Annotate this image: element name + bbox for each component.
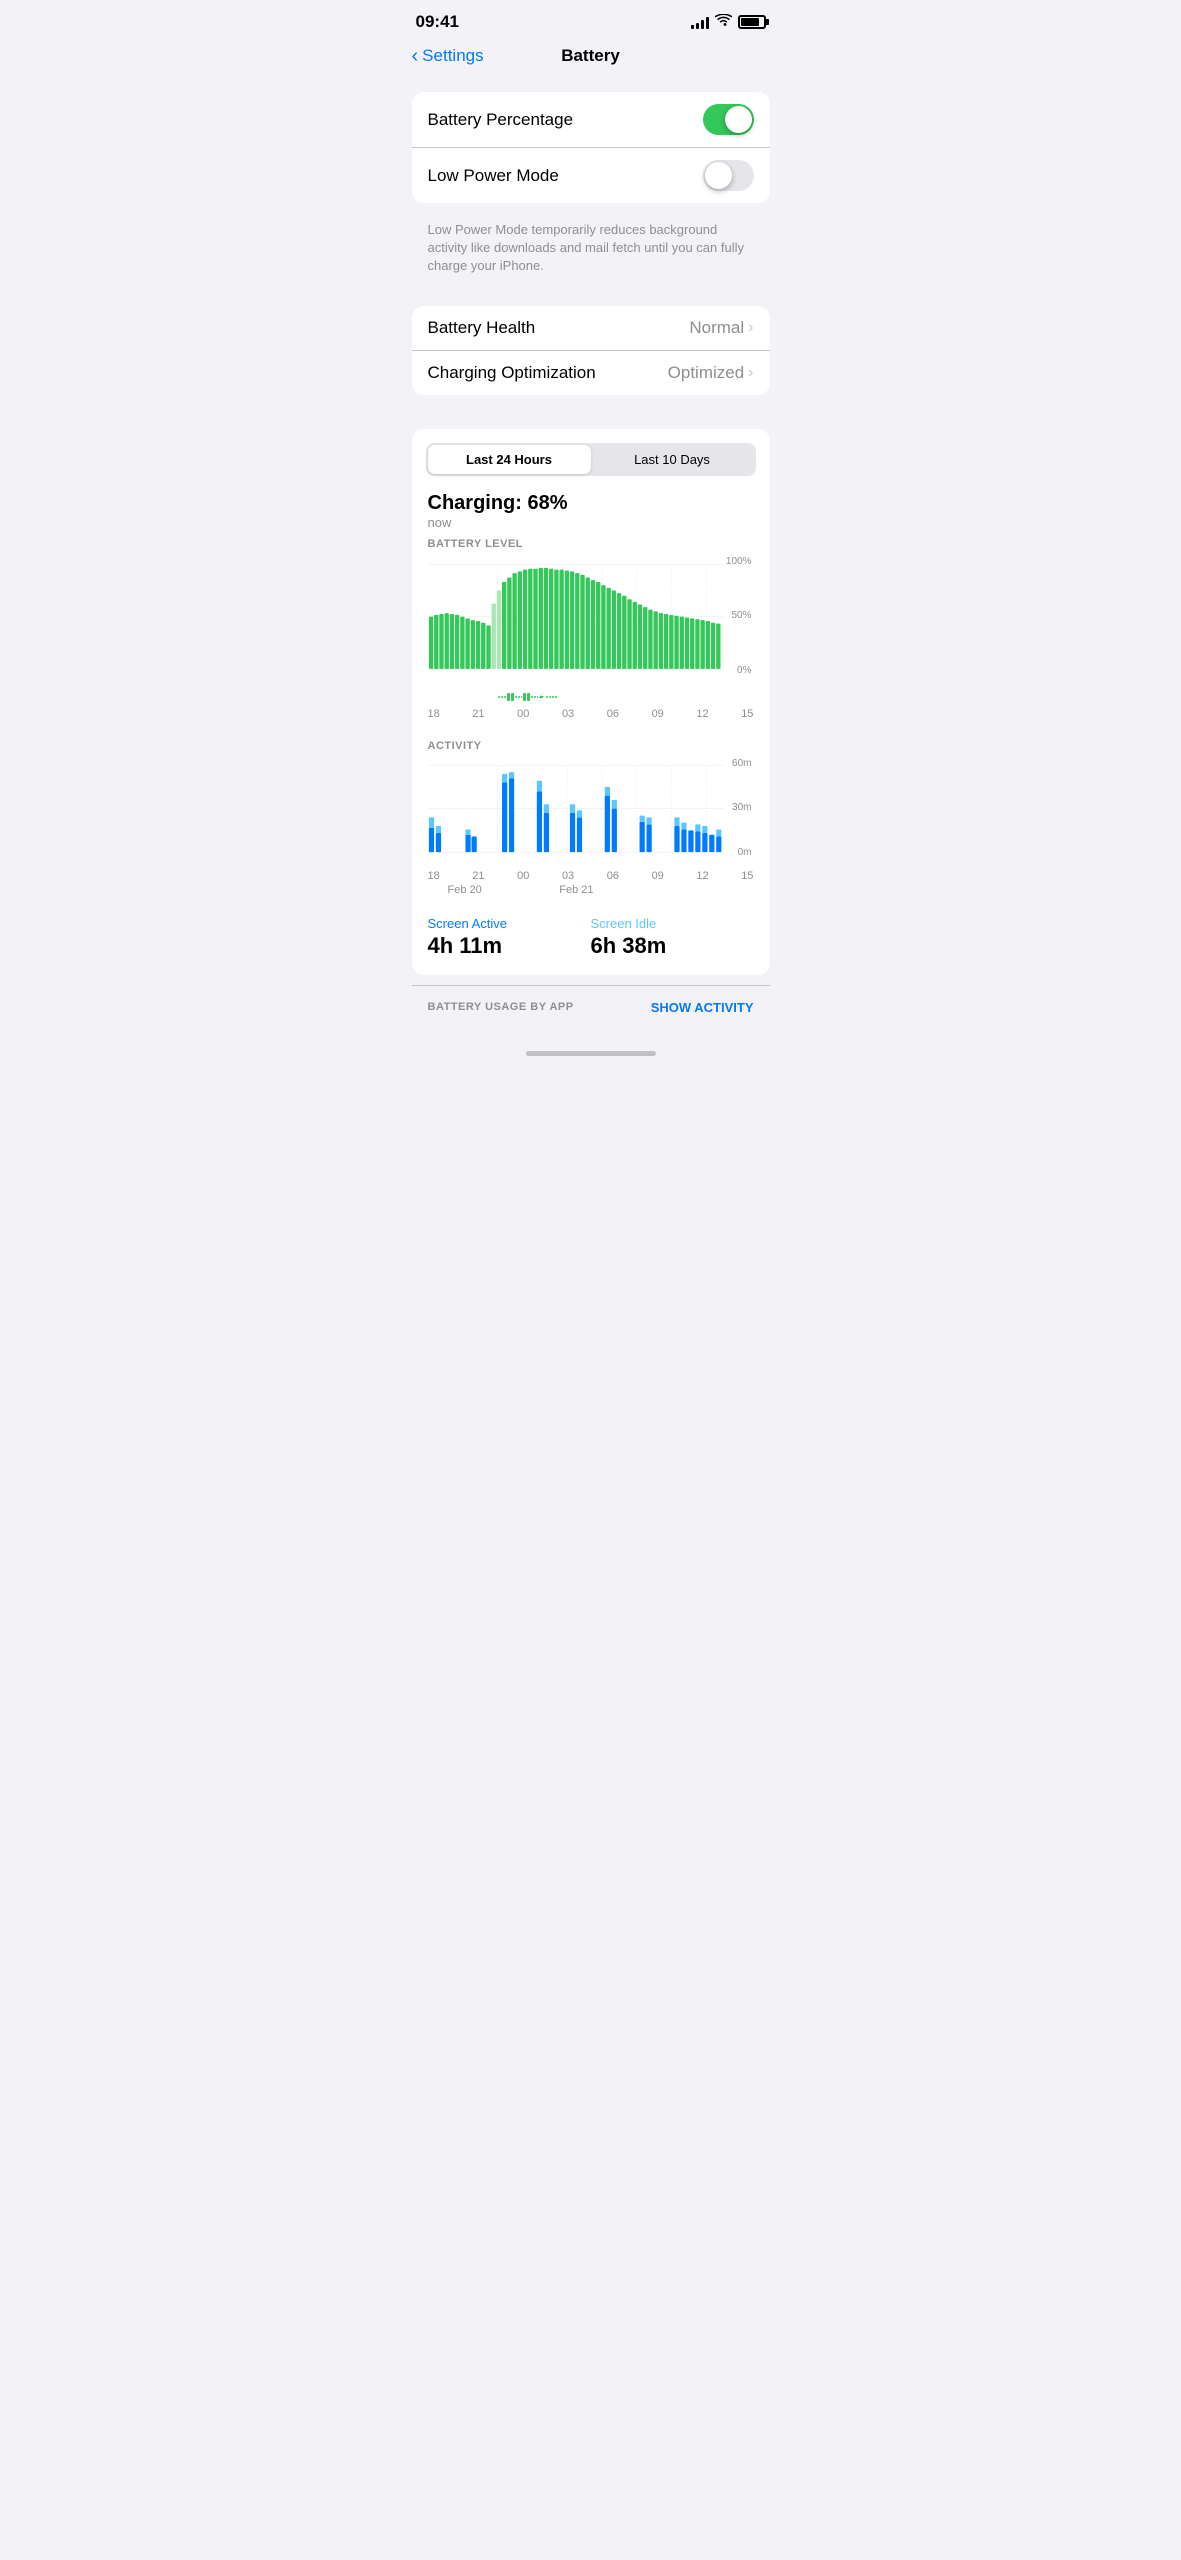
- battery-health-label: Battery Health: [428, 318, 536, 338]
- y-label-60m: 60m: [732, 758, 751, 769]
- activity-time-labels: 18 21 00 03 06 09 12 15: [428, 868, 754, 884]
- screen-idle-value: 6h 38m: [591, 933, 754, 959]
- battery-chart-section: BATTERY LEVEL 100% 50% 0%: [412, 538, 770, 726]
- screen-idle-stat: Screen Idle 6h 38m: [591, 916, 754, 959]
- battery-status-icon: [738, 15, 766, 29]
- battery-toggles-card: Battery Percentage Low Power Mode: [412, 92, 770, 203]
- battery-usage-label: BATTERY USAGE BY APP: [428, 1001, 574, 1013]
- y-label-50: 50%: [726, 610, 752, 621]
- nav-header: ‹ Settings Battery: [396, 38, 786, 82]
- screen-idle-legend[interactable]: Screen Idle: [591, 916, 754, 931]
- status-time: 09:41: [416, 12, 459, 32]
- charging-optimization-label: Charging Optimization: [428, 363, 596, 383]
- back-label[interactable]: Settings: [422, 46, 483, 66]
- low-power-description: Low Power Mode temporarily reduces backg…: [412, 213, 770, 290]
- status-icons: [691, 14, 766, 30]
- battery-percentage-label: Battery Percentage: [428, 110, 574, 130]
- y-label-0: 0%: [726, 665, 752, 676]
- date-labels: Feb 20 Feb 21: [428, 884, 754, 902]
- charging-optimization-right: Optimized ›: [668, 363, 754, 383]
- battery-usage-section: BATTERY USAGE BY APP SHOW ACTIVITY: [412, 985, 770, 1025]
- battery-chart-svg: [428, 556, 754, 686]
- activity-chart-svg: [428, 758, 754, 868]
- charging-optimization-chevron-icon: ›: [748, 364, 753, 382]
- chart-card: Last 24 Hours Last 10 Days Charging: 68%…: [412, 429, 770, 975]
- battery-health-chevron-icon: ›: [748, 319, 753, 337]
- back-chevron-icon: ‹: [412, 45, 419, 68]
- y-label-30m: 30m: [732, 802, 751, 813]
- battery-percentage-row[interactable]: Battery Percentage: [412, 92, 770, 147]
- show-activity-button[interactable]: SHOW ACTIVITY: [651, 1000, 754, 1015]
- low-power-mode-row[interactable]: Low Power Mode: [412, 147, 770, 203]
- wifi-icon: [715, 14, 732, 30]
- charging-timeline-icons: [498, 690, 558, 704]
- charging-sub: now: [428, 515, 754, 530]
- battery-percentage-toggle[interactable]: [703, 104, 754, 135]
- activity-chart-section: ACTIVITY 60m 30m 0m: [412, 726, 770, 902]
- low-power-mode-label: Low Power Mode: [428, 166, 559, 186]
- charging-info: Charging: 68% now: [412, 488, 770, 538]
- battery-health-card: Battery Health Normal › Charging Optimiz…: [412, 306, 770, 395]
- toggle-thumb: [725, 106, 752, 133]
- battery-health-right: Normal ›: [689, 318, 753, 338]
- home-bar: [526, 1051, 656, 1056]
- charging-optimization-value: Optimized: [668, 363, 745, 383]
- toggle-thumb-2: [705, 162, 732, 189]
- battery-health-value: Normal: [689, 318, 744, 338]
- page-title: Battery: [561, 46, 620, 66]
- battery-chart-title: BATTERY LEVEL: [428, 538, 754, 550]
- segment-control: Last 24 Hours Last 10 Days: [426, 443, 756, 476]
- battery-health-row[interactable]: Battery Health Normal ›: [412, 306, 770, 350]
- screen-active-legend[interactable]: Screen Active: [428, 916, 591, 931]
- back-button[interactable]: ‹ Settings: [412, 45, 484, 68]
- screen-active-stat: Screen Active 4h 11m: [428, 916, 591, 959]
- low-power-mode-toggle[interactable]: [703, 160, 754, 191]
- charging-indicators: [428, 686, 754, 706]
- activity-chart-title: ACTIVITY: [428, 740, 754, 752]
- segment-24h[interactable]: Last 24 Hours: [428, 445, 591, 474]
- charging-label: Charging: 68%: [428, 492, 754, 515]
- screen-active-value: 4h 11m: [428, 933, 591, 959]
- signal-bars-icon: [691, 15, 709, 29]
- status-bar: 09:41: [396, 0, 786, 38]
- home-indicator: [396, 1041, 786, 1062]
- y-label-100: 100%: [726, 556, 752, 567]
- segment-10d[interactable]: Last 10 Days: [591, 445, 754, 474]
- charging-optimization-row[interactable]: Charging Optimization Optimized ›: [412, 350, 770, 395]
- stats-row: Screen Active 4h 11m Screen Idle 6h 38m: [412, 902, 770, 975]
- y-label-0m: 0m: [732, 847, 751, 858]
- battery-time-labels: 18 21 00 03 06 09 12 15: [428, 706, 754, 726]
